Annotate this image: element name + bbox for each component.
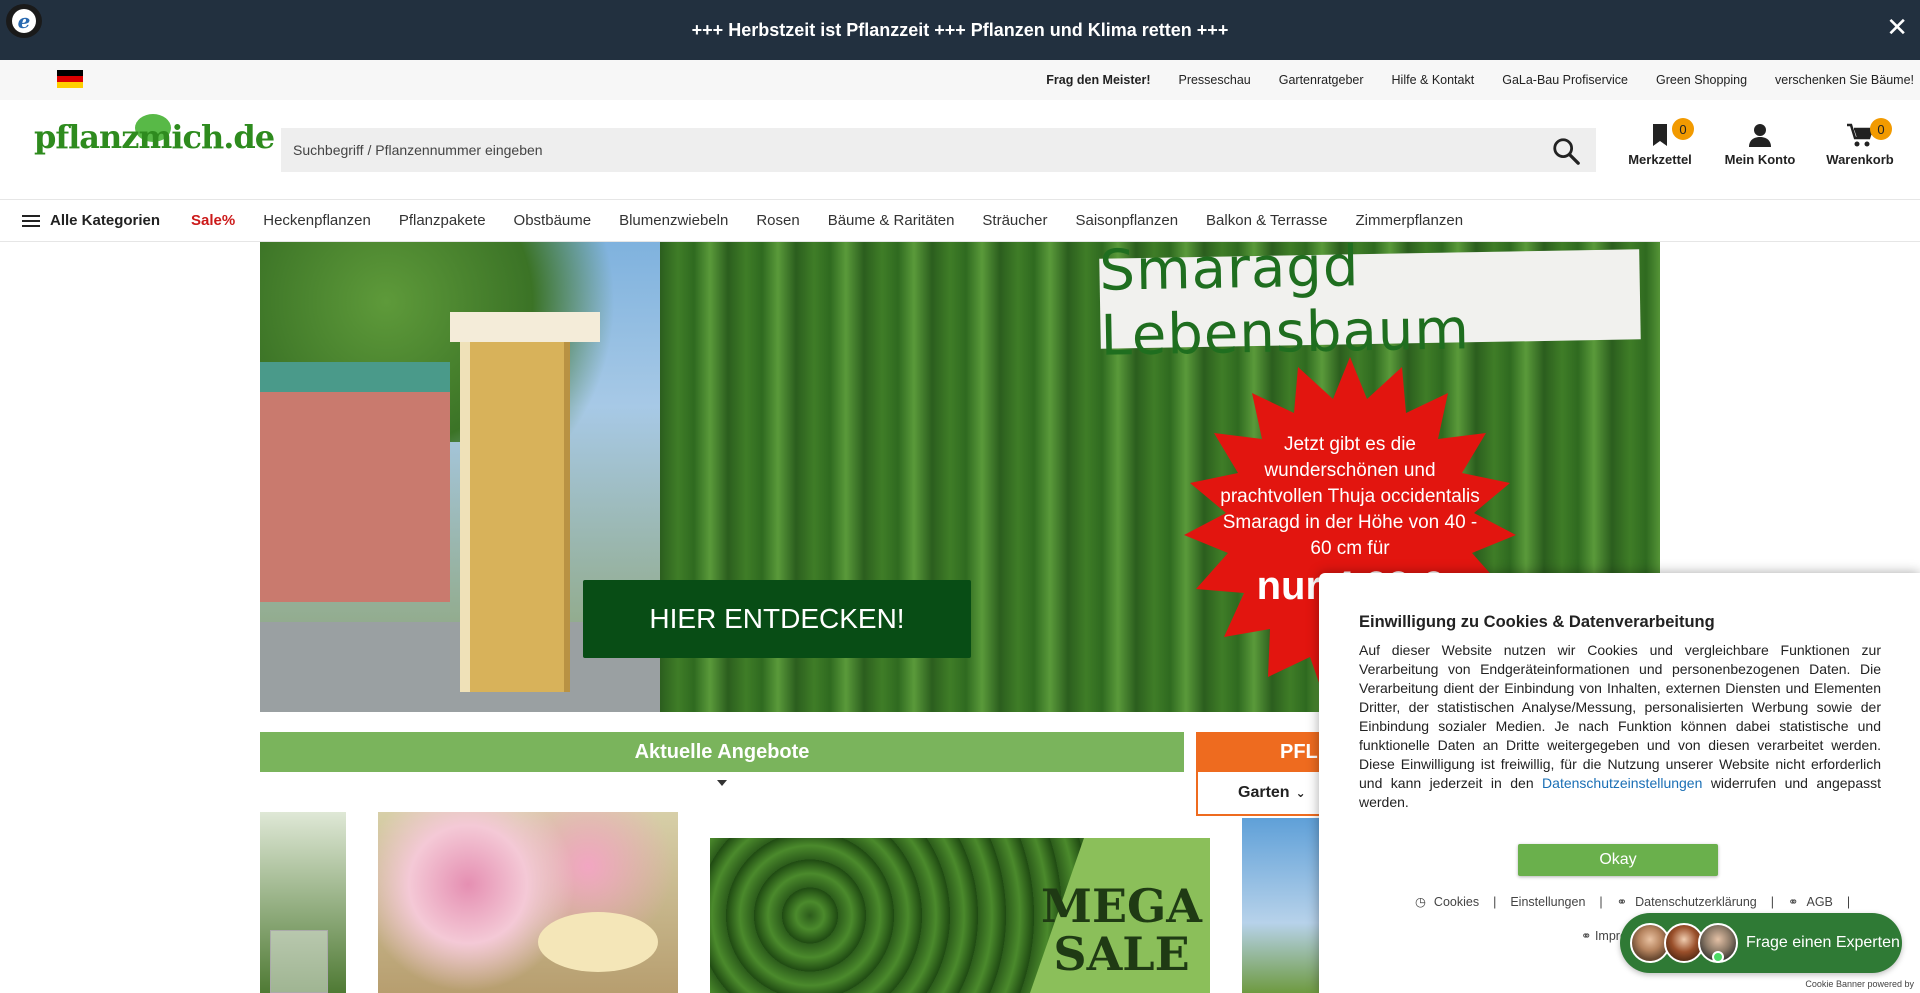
hero-pillar <box>450 312 600 692</box>
cart-button[interactable]: 0 Warenkorb <box>1810 118 1910 167</box>
nav-item-straeucher[interactable]: Sträucher <box>982 212 1047 229</box>
okay-button[interactable]: Okay <box>1518 844 1718 876</box>
cookie-links: ◷ Cookies | Einstellungen | ⚭ Datenschut… <box>1415 894 1851 910</box>
site-logo[interactable]: pflanzmich.de <box>34 114 275 156</box>
meta-link-hilfe-kontakt[interactable]: Hilfe & Kontakt <box>1392 73 1475 87</box>
nav-item-baeume-raritaeten[interactable]: Bäume & Raritäten <box>828 212 955 229</box>
search-placeholder: Suchbegriff / Pflanzennummer eingeben <box>293 142 543 158</box>
nav-item-sale[interactable]: Sale% <box>191 212 235 229</box>
all-categories-button[interactable]: Alle Kategorien <box>22 212 160 230</box>
nav-item-blumenzwiebeln[interactable]: Blumenzwiebeln <box>619 212 728 229</box>
nav-item-pflanzpakete[interactable]: Pflanzpakete <box>399 212 486 229</box>
trusted-shops-badge-icon[interactable]: e <box>6 4 42 38</box>
product-thumb-1[interactable] <box>260 812 346 993</box>
chevron-down-icon: ⌄ <box>1295 786 1306 800</box>
hero-building <box>260 362 450 602</box>
hero-title: Smaragd Lebensbaum <box>1098 242 1471 369</box>
meta-links: Frag den Meister! Presseschau Gartenratg… <box>1046 60 1914 100</box>
link-icon: ⚭ <box>1788 895 1799 909</box>
nav-item-rosen[interactable]: Rosen <box>756 212 799 229</box>
main-nav: Alle Kategorien Sale% Heckenpflanzen Pfl… <box>0 200 1920 242</box>
thumb-hat <box>538 912 658 972</box>
cookie-link-datenschutz[interactable]: Datenschutzerklärung <box>1635 895 1757 909</box>
caret-down-icon[interactable] <box>717 780 727 786</box>
cart-count-badge: 0 <box>1870 118 1892 140</box>
nav-item-obstbaeume[interactable]: Obstbäume <box>514 212 592 229</box>
ask-expert-button[interactable]: Frage einen Experten <box>1620 913 1902 973</box>
nav-item-zimmerpflanzen[interactable]: Zimmerpflanzen <box>1356 212 1464 229</box>
merkzettel-count-badge: 0 <box>1672 118 1694 140</box>
mega-sale-banner[interactable]: MEGA SALE <box>710 838 1210 993</box>
ask-expert-label: Frage einen Experten <box>1746 934 1900 951</box>
meta-link-gartenratgeber[interactable]: Gartenratgeber <box>1279 73 1364 87</box>
merkzettel-button[interactable]: 0 Merkzettel <box>1610 118 1710 167</box>
pfl-tab[interactable]: PFL <box>1196 732 1336 772</box>
announcement-bar: +++ Herbstzeit ist Pflanzzeit +++ Pflanz… <box>0 0 1920 60</box>
announcement-text: +++ Herbstzeit ist Pflanzzeit +++ Pflanz… <box>691 19 1229 40</box>
link-icon: ⚭ <box>1581 929 1595 943</box>
garten-dropdown[interactable]: Garten ⌄ <box>1196 772 1336 816</box>
nav-item-saisonpflanzen[interactable]: Saisonpflanzen <box>1075 212 1178 229</box>
hero-cta-button[interactable]: HIER ENTDECKEN! <box>583 580 971 658</box>
link-icon: ⚭ <box>1616 895 1628 909</box>
clock-icon: ◷ <box>1415 895 1426 909</box>
product-thumb-2[interactable] <box>378 812 678 993</box>
search-icon[interactable] <box>1550 136 1582 166</box>
cookie-link-cookies[interactable]: Cookies <box>1434 895 1479 909</box>
account-button[interactable]: Mein Konto <box>1710 122 1810 167</box>
nav-item-heckenpflanzen[interactable]: Heckenpflanzen <box>263 212 371 229</box>
cookie-link-agb[interactable]: AGB <box>1806 895 1832 909</box>
merkzettel-label: Merkzettel <box>1628 152 1692 167</box>
carousel-prev-icon[interactable] <box>270 930 328 993</box>
meta-link-gala-bau[interactable]: GaLa-Bau Profiservice <box>1502 73 1628 87</box>
cookie-powered-by: Cookie Banner powered by <box>1805 979 1914 989</box>
user-icon <box>1749 124 1771 147</box>
cookie-title: Einwilligung zu Cookies & Datenverarbeit… <box>1359 613 1715 631</box>
cookie-link-einstellungen[interactable]: Einstellungen <box>1510 895 1585 909</box>
german-flag-icon[interactable] <box>57 70 83 88</box>
online-status-indicator <box>1712 951 1724 963</box>
meta-link-verschenken[interactable]: verschenken Sie Bäume! <box>1775 73 1914 87</box>
meta-link-green-shopping[interactable]: Green Shopping <box>1656 73 1747 87</box>
menu-icon <box>22 212 40 230</box>
cart-label: Warenkorb <box>1826 152 1894 167</box>
cookie-body: Auf dieser Website nutzen wir Cookies un… <box>1359 642 1882 810</box>
privacy-settings-link[interactable]: Datenschutzeinstellungen <box>1542 775 1702 791</box>
meta-link-presseschau[interactable]: Presseschau <box>1178 73 1250 87</box>
search-input[interactable]: Suchbegriff / Pflanzennummer eingeben <box>281 128 1596 172</box>
nav-item-balkon-terrasse[interactable]: Balkon & Terrasse <box>1206 212 1327 229</box>
meta-link-frag-den-meister[interactable]: Frag den Meister! <box>1046 73 1150 87</box>
bookmark-icon <box>1653 124 1667 146</box>
hero-title-plate: Smaragd Lebensbaum <box>1099 242 1641 369</box>
current-offers-header[interactable]: Aktuelle Angebote <box>260 732 1184 772</box>
close-icon[interactable]: ✕ <box>1886 14 1908 40</box>
account-label: Mein Konto <box>1724 152 1796 167</box>
